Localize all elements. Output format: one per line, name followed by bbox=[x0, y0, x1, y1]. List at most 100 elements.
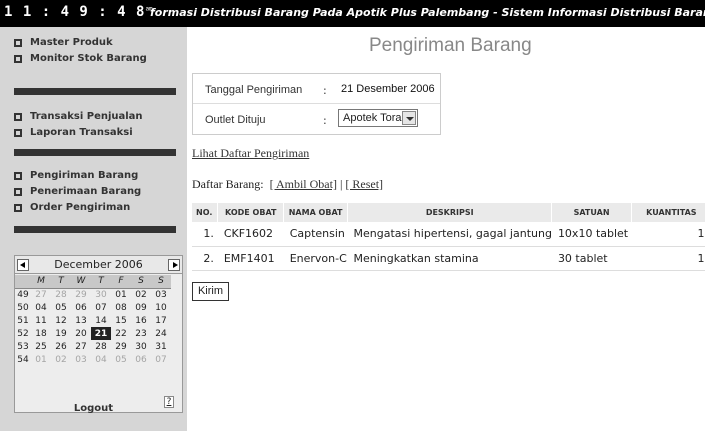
menu-item-label: Laporan Transaksi bbox=[30, 127, 133, 138]
calendar-day[interactable]: 11 bbox=[31, 314, 51, 327]
reset-link[interactable]: [ Reset] bbox=[345, 177, 383, 191]
calendar-day-selected[interactable]: 21 bbox=[91, 327, 111, 340]
colon: : bbox=[323, 84, 327, 97]
page-title: Pengiriman Barang bbox=[369, 35, 532, 56]
calendar-day[interactable]: 16 bbox=[131, 314, 151, 327]
menu-item-penerimaan-barang[interactable]: Penerimaan Barang bbox=[0, 184, 187, 200]
outlet-select[interactable]: Apotek Tora bbox=[338, 109, 418, 127]
menu-divider bbox=[14, 149, 176, 156]
col-header-no: NO. bbox=[192, 203, 219, 222]
calendar-week-header bbox=[15, 275, 31, 289]
menu-item-label: Master Produk bbox=[30, 37, 113, 48]
clock-time: 1 1 : 4 9 : 4 8 bbox=[4, 4, 146, 20]
calendar-day[interactable]: 29 bbox=[71, 288, 91, 301]
outlet-selected-value: Apotek Tora bbox=[343, 112, 402, 124]
cell-satuan: 10x10 tablet bbox=[551, 222, 632, 247]
calendar-day[interactable]: 09 bbox=[131, 301, 151, 314]
calendar-day[interactable]: 25 bbox=[31, 340, 51, 353]
calendar-week-row: 52 18 19 20 21 22 23 24 bbox=[15, 327, 171, 340]
menu-group-master: Master Produk Monitor Stok Barang bbox=[0, 35, 187, 67]
calendar-weekday: F bbox=[111, 275, 131, 289]
calendar-day[interactable]: 04 bbox=[91, 353, 111, 366]
calendar-day[interactable]: 29 bbox=[111, 340, 131, 353]
col-header-kuantitas: KUANTITAS bbox=[631, 203, 705, 222]
calendar-day[interactable]: 01 bbox=[111, 288, 131, 301]
calendar-day[interactable]: 30 bbox=[131, 340, 151, 353]
calendar-day[interactable]: 22 bbox=[111, 327, 131, 340]
menu-item-order-pengiriman[interactable]: Order Pengiriman bbox=[0, 200, 187, 216]
calendar-day[interactable]: 26 bbox=[51, 340, 71, 353]
calendar-widget: December 2006 M T W T F S S 49 27 28 29 30 01 02 03 50 0… bbox=[14, 255, 183, 413]
logout-link[interactable]: Logout bbox=[0, 403, 187, 414]
menu-item-master-produk[interactable]: Master Produk bbox=[0, 35, 187, 51]
calendar-day[interactable]: 03 bbox=[71, 353, 91, 366]
calendar-day[interactable]: 30 bbox=[91, 288, 111, 301]
menu-item-laporan-transaksi[interactable]: Laporan Transaksi bbox=[0, 125, 187, 141]
calendar-weekday: S bbox=[131, 275, 151, 289]
calendar-week-number: 51 bbox=[15, 314, 31, 327]
calendar-day[interactable]: 06 bbox=[71, 301, 91, 314]
calendar-week-number: 53 bbox=[15, 340, 31, 353]
menu-item-pengiriman-barang[interactable]: Pengiriman Barang bbox=[0, 168, 187, 184]
calendar-weekday: W bbox=[71, 275, 91, 289]
calendar-day[interactable]: 06 bbox=[131, 353, 151, 366]
outlet-label: Outlet Dituju bbox=[205, 114, 266, 126]
calendar-day[interactable]: 28 bbox=[51, 288, 71, 301]
calendar-day[interactable]: 19 bbox=[51, 327, 71, 340]
menu-divider bbox=[14, 88, 176, 95]
square-bullet-icon bbox=[14, 172, 22, 180]
calendar-day[interactable]: 31 bbox=[151, 340, 171, 353]
calendar-day[interactable]: 17 bbox=[151, 314, 171, 327]
calendar-day[interactable]: 02 bbox=[51, 353, 71, 366]
calendar-day[interactable]: 24 bbox=[151, 327, 171, 340]
menu-item-label: Monitor Stok Barang bbox=[30, 53, 147, 64]
calendar-day[interactable]: 03 bbox=[151, 288, 171, 301]
table-header-row: NO. KODE OBAT NAMA OBAT DESKRIPSI SATUAN… bbox=[192, 203, 705, 222]
calendar-day[interactable]: 04 bbox=[31, 301, 51, 314]
calendar-day[interactable]: 02 bbox=[131, 288, 151, 301]
cell-satuan: 30 tablet bbox=[551, 246, 632, 271]
cell-deskripsi: Mengatasi hipertensi, gagal jantung bbox=[347, 222, 552, 247]
calendar-day[interactable]: 20 bbox=[71, 327, 91, 340]
calendar-day[interactable]: 10 bbox=[151, 301, 171, 314]
ambil-obat-link[interactable]: [ Ambil Obat] bbox=[270, 177, 337, 191]
calendar-day[interactable]: 08 bbox=[111, 301, 131, 314]
calendar-day[interactable]: 13 bbox=[71, 314, 91, 327]
calendar-day[interactable]: 23 bbox=[131, 327, 151, 340]
top-marquee-bar: 1 1 : 4 9 : 4 8am formasi Distribusi Bar… bbox=[0, 0, 705, 27]
col-header-deskripsi: DESKRIPSI bbox=[347, 203, 553, 222]
calendar-day[interactable]: 05 bbox=[111, 353, 131, 366]
calendar-day[interactable]: 15 bbox=[111, 314, 131, 327]
kirim-button[interactable]: Kirim bbox=[192, 282, 229, 301]
col-header-satuan: SATUAN bbox=[551, 203, 632, 222]
calendar-week-row: 51 11 12 13 14 15 16 17 bbox=[15, 314, 171, 327]
form-row-tanggal: Tanggal Pengiriman : 21 Desember 2006 bbox=[193, 74, 440, 104]
menu-group-pengiriman: Pengiriman Barang Penerimaan Barang Orde… bbox=[0, 168, 187, 216]
menu-item-label: Order Pengiriman bbox=[30, 202, 131, 213]
calendar-day[interactable]: 07 bbox=[151, 353, 171, 366]
calendar-day[interactable]: 07 bbox=[91, 301, 111, 314]
calendar-day[interactable]: 27 bbox=[31, 288, 51, 301]
calendar-week-row: 54 01 02 03 04 05 06 07 bbox=[15, 353, 171, 366]
calendar-next-month-button[interactable] bbox=[168, 259, 180, 271]
calendar-day[interactable]: 01 bbox=[31, 353, 51, 366]
calendar-day[interactable]: 12 bbox=[51, 314, 71, 327]
lihat-daftar-pengiriman-link[interactable]: Lihat Daftar Pengiriman bbox=[192, 146, 309, 161]
sidebar: Master Produk Monitor Stok Barang Transa… bbox=[0, 27, 187, 431]
cell-kode-obat: EMF1401 bbox=[217, 246, 284, 271]
cell-no: 1. bbox=[192, 222, 218, 247]
calendar-day[interactable]: 27 bbox=[71, 340, 91, 353]
calendar-day[interactable]: 14 bbox=[91, 314, 111, 327]
cell-nama-obat: Captensin bbox=[283, 222, 348, 247]
cell-deskripsi: Meningkatkan stamina bbox=[347, 246, 552, 271]
calendar-week-number: 54 bbox=[15, 353, 31, 366]
menu-item-transaksi-penjualan[interactable]: Transaksi Penjualan bbox=[0, 109, 187, 125]
calendar-day[interactable]: 28 bbox=[91, 340, 111, 353]
calendar-day[interactable]: 18 bbox=[31, 327, 51, 340]
link-separator: | bbox=[339, 177, 343, 191]
calendar-day[interactable]: 05 bbox=[51, 301, 71, 314]
calendar-weekday: S bbox=[151, 275, 171, 289]
menu-item-monitor-stok[interactable]: Monitor Stok Barang bbox=[0, 51, 187, 67]
menu-item-label: Pengiriman Barang bbox=[30, 170, 139, 181]
square-bullet-icon bbox=[14, 204, 22, 212]
